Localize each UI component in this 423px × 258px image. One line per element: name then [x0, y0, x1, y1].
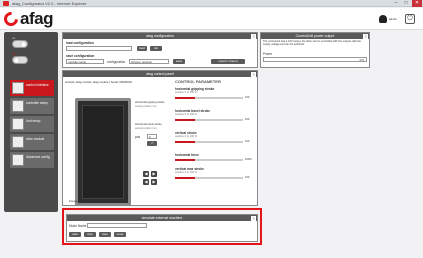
- menu-swatch: [12, 118, 24, 130]
- power-on-toggle[interactable]: [12, 40, 28, 48]
- menu-swatch: [12, 82, 24, 94]
- slider-vertical-max-stroke[interactable]: [175, 177, 243, 179]
- app-window: afag_Configurator V2.0 - Internet Explor…: [0, 0, 423, 258]
- device-info: actuator afag-module: afag module | Seri…: [65, 80, 132, 84]
- logo-text: afag: [20, 9, 53, 28]
- user-icon[interactable]: [378, 15, 387, 23]
- afag-control-panel: afag control panel? actuator afag-module…: [62, 70, 258, 206]
- header-tools: admin ⏻: [378, 14, 415, 24]
- power-off-toggle[interactable]: [12, 56, 28, 64]
- afag-configuration-panel: afag configuration? load configuration l…: [62, 32, 258, 68]
- menu-swatch: [12, 136, 24, 148]
- panel-title: afag configuration: [146, 34, 174, 38]
- slider-fill: [175, 159, 196, 161]
- info-gripping-position: actual position mm: [135, 105, 157, 108]
- sidebar-item-label: control interface: [26, 83, 49, 87]
- arrow-left-2[interactable]: ◀: [143, 179, 149, 185]
- slider-horizontal-gripping[interactable]: [175, 97, 243, 99]
- param-sub-5: position 0 to 100 %: [175, 171, 198, 174]
- power-output-description: The controlunit has a 24V output, the dr…: [263, 40, 361, 46]
- panel-header: afag configuration?: [63, 33, 257, 39]
- highlight-frame: [62, 208, 262, 245]
- menu-swatch: [12, 100, 24, 112]
- user-label: admin: [388, 17, 397, 21]
- control-params-title: CONTROL PARAMETER: [175, 79, 221, 84]
- sidebar-item-label: Advanced config: [26, 155, 50, 159]
- power-field-label: Power: [263, 52, 273, 56]
- maximize-button[interactable]: □: [401, 0, 411, 7]
- param-max-1: 100: [245, 96, 250, 99]
- slider-fill: [175, 97, 196, 99]
- sidebar-item-advanced-config[interactable]: Advanced config: [10, 152, 54, 168]
- param-max-2: 100: [245, 118, 250, 121]
- arrow-right-2[interactable]: ▶: [151, 179, 157, 185]
- help-icon[interactable]: ?: [251, 33, 256, 39]
- slider-fill: [175, 177, 196, 179]
- info-horizontal-travel: Horizontal travel stroke: [135, 123, 162, 126]
- load-config-select[interactable]: [66, 46, 132, 51]
- browser-icon: [3, 1, 9, 6]
- param-max-3: 100: [245, 140, 250, 143]
- slider-vertical-stroke[interactable]: [175, 141, 243, 143]
- arrow-right-1[interactable]: ▶: [151, 171, 157, 177]
- param-max-4: 100%: [245, 158, 252, 161]
- info-horizontal-gripping: Horizontal gripping stroke: [135, 101, 165, 104]
- slider-fill: [175, 141, 196, 143]
- sidebar-item-label: drive module: [26, 137, 45, 141]
- load-button[interactable]: load: [137, 46, 147, 51]
- param-sub-2: position 0 to 100 %: [175, 113, 198, 116]
- window-title: afag_Configurator V2.0 - Internet Explor…: [12, 1, 87, 6]
- power-on-label: on: [12, 36, 16, 40]
- arrow-left-1[interactable]: ◀: [143, 171, 149, 177]
- help-icon[interactable]: ?: [251, 71, 256, 77]
- sidebar-item-control-interface[interactable]: control interface: [10, 80, 54, 96]
- param-name-4: horizontal force: [175, 153, 199, 157]
- param-max-5: 100: [245, 176, 250, 179]
- pos-label: pos: [135, 135, 141, 139]
- afag-logo: afag: [1, 9, 53, 29]
- frequency-label: Frequency: [69, 199, 83, 203]
- window-titlebar: afag_Configurator V2.0 - Internet Explor…: [0, 0, 423, 7]
- panel-title: ControlUnit power output: [295, 34, 335, 38]
- sidebar-item-unit-setup[interactable]: Unit setup: [10, 116, 54, 132]
- menu-swatch: [12, 154, 24, 166]
- power-off-label: off: [12, 52, 16, 56]
- close-button[interactable]: ✕: [412, 0, 422, 7]
- sidebar-item-label: Unit setup: [26, 119, 41, 123]
- sidebar-item-controller-setup[interactable]: controller setup: [10, 98, 54, 114]
- panel-title: afag control panel: [146, 72, 174, 76]
- minimize-button[interactable]: –: [391, 0, 401, 7]
- power-output-panel: ControlUnit power output? The controluni…: [260, 32, 370, 68]
- pos-value[interactable]: 0: [147, 134, 157, 139]
- logout-icon[interactable]: ⏻: [405, 14, 415, 24]
- gripper-body: [82, 105, 124, 199]
- app-header: [0, 8, 423, 30]
- sidebar: on off control interface controller setu…: [4, 32, 58, 212]
- save-module-select[interactable]: module name: [66, 59, 104, 64]
- sidebar-item-drive-module[interactable]: drive module: [10, 134, 54, 150]
- panel-header: ControlUnit power output?: [261, 33, 369, 39]
- gripper-visualization: [75, 98, 131, 206]
- panel-header: afag control panel?: [63, 71, 257, 77]
- afag-logo-icon: [1, 9, 21, 29]
- save-type-label: configuration: [107, 60, 126, 64]
- delete-button[interactable]: del: [150, 46, 162, 51]
- export-import-button[interactable]: export / import: [211, 59, 245, 64]
- power-value-field[interactable]: 0%: [263, 57, 367, 62]
- help-icon[interactable]: ?: [363, 33, 368, 39]
- go-button[interactable]: ⏎: [147, 141, 157, 146]
- save-config-label: save configuration: [66, 54, 95, 58]
- slider-horizontal-travel[interactable]: [175, 119, 243, 121]
- slider-horizontal-force[interactable]: [175, 159, 243, 161]
- save-name-input[interactable]: Gripper position: [129, 59, 169, 64]
- param-sub-1: position 0 to 100 %: [175, 91, 198, 94]
- info-travel-position: actual position mm: [135, 127, 157, 130]
- save-button[interactable]: save: [173, 59, 185, 64]
- slider-fill: [175, 119, 196, 121]
- sidebar-item-label: controller setup: [26, 101, 48, 105]
- param-sub-3: position 0 to 100 %: [175, 135, 198, 138]
- load-config-label: load configuration: [66, 41, 94, 45]
